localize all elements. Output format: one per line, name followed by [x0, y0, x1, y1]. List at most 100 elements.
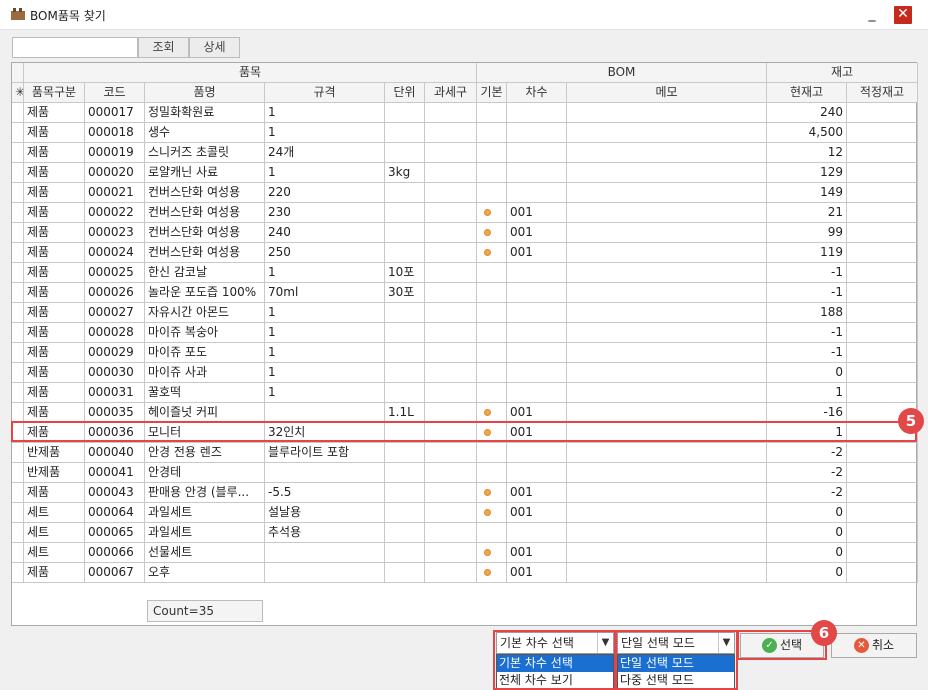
table-cell-memo[interactable]: [567, 303, 767, 323]
table-cell-spec[interactable]: 24개: [265, 143, 385, 163]
table-cell-safety[interactable]: [847, 503, 918, 523]
table-cell-safety[interactable]: [847, 543, 918, 563]
table-cell-memo[interactable]: [567, 403, 767, 423]
table-cell-spec[interactable]: 250: [265, 243, 385, 263]
table-cell-rev[interactable]: 001: [507, 483, 567, 503]
table-cell-category[interactable]: 제품: [24, 283, 85, 303]
table-cell-current[interactable]: -1: [767, 323, 847, 343]
table-cell-tax[interactable]: [425, 323, 477, 343]
table-cell-rev[interactable]: [507, 143, 567, 163]
column-header-tax[interactable]: 과세구: [425, 83, 477, 103]
table-cell-spec[interactable]: 1: [265, 323, 385, 343]
table-cell-category[interactable]: 세트: [24, 543, 85, 563]
table-cell-tax[interactable]: [425, 423, 477, 443]
table-cell-name[interactable]: 과일세트: [145, 523, 265, 543]
table-cell-tax[interactable]: [425, 403, 477, 423]
revision-combo[interactable]: 기본 차수 선택 ▼: [496, 632, 614, 654]
table-cell-memo[interactable]: [567, 223, 767, 243]
table-cell-base[interactable]: [477, 563, 507, 583]
table-cell-rev[interactable]: [507, 103, 567, 123]
table-cell-current[interactable]: 99: [767, 223, 847, 243]
table-cell-tax[interactable]: [425, 563, 477, 583]
table-cell-tax[interactable]: [425, 263, 477, 283]
table-cell-marker[interactable]: [12, 103, 24, 123]
table-cell-tax[interactable]: [425, 143, 477, 163]
table-cell-unit[interactable]: 3kg: [385, 163, 425, 183]
table-cell-marker[interactable]: [12, 183, 24, 203]
table-cell-memo[interactable]: [567, 523, 767, 543]
table-cell-spec[interactable]: 220: [265, 183, 385, 203]
table-cell-name[interactable]: 컨버스단화 여성용: [145, 183, 265, 203]
table-cell-marker[interactable]: [12, 283, 24, 303]
table-cell-spec[interactable]: 32인치: [265, 423, 385, 443]
table-cell-marker[interactable]: [12, 303, 24, 323]
table-cell-rev[interactable]: [507, 123, 567, 143]
table-cell-code[interactable]: 000023: [85, 223, 145, 243]
table-cell-safety[interactable]: [847, 223, 918, 243]
table-cell-category[interactable]: 제품: [24, 563, 85, 583]
table-cell-safety[interactable]: [847, 523, 918, 543]
table-cell-safety[interactable]: [847, 283, 918, 303]
table-cell-base[interactable]: [477, 443, 507, 463]
table-cell-rev[interactable]: [507, 303, 567, 323]
table-cell-tax[interactable]: [425, 303, 477, 323]
search-input[interactable]: [12, 37, 138, 58]
table-cell-marker[interactable]: [12, 383, 24, 403]
table-cell-current[interactable]: 1: [767, 383, 847, 403]
table-cell-unit[interactable]: 1.1L: [385, 403, 425, 423]
table-cell-safety[interactable]: [847, 123, 918, 143]
table-cell-safety[interactable]: [847, 103, 918, 123]
table-cell-current[interactable]: -1: [767, 283, 847, 303]
table-cell-name[interactable]: 컨버스단화 여성용: [145, 223, 265, 243]
table-cell-code[interactable]: 000022: [85, 203, 145, 223]
table-cell-name[interactable]: 안경 전용 렌즈: [145, 443, 265, 463]
table-cell-marker[interactable]: [12, 243, 24, 263]
table-cell-safety[interactable]: [847, 303, 918, 323]
table-cell-rev[interactable]: [507, 283, 567, 303]
column-header-name[interactable]: 품명: [145, 83, 265, 103]
table-cell-base[interactable]: [477, 303, 507, 323]
table-cell-current[interactable]: -2: [767, 443, 847, 463]
table-cell-tax[interactable]: [425, 443, 477, 463]
table-cell-name[interactable]: 모니터: [145, 423, 265, 443]
table-cell-current[interactable]: 1: [767, 423, 847, 443]
table-cell-memo[interactable]: [567, 383, 767, 403]
table-cell-base[interactable]: [477, 383, 507, 403]
table-cell-unit[interactable]: [385, 203, 425, 223]
table-cell-base[interactable]: [477, 423, 507, 443]
table-cell-rev[interactable]: 001: [507, 503, 567, 523]
table-cell-name[interactable]: 컨버스단화 여성용: [145, 203, 265, 223]
column-header-code[interactable]: 코드: [85, 83, 145, 103]
table-cell-code[interactable]: 000024: [85, 243, 145, 263]
table-cell-spec[interactable]: 230: [265, 203, 385, 223]
table-cell-name[interactable]: 정밀화확원료: [145, 103, 265, 123]
table-cell-spec[interactable]: 1: [265, 103, 385, 123]
table-cell-tax[interactable]: [425, 483, 477, 503]
table-cell-code[interactable]: 000018: [85, 123, 145, 143]
table-cell-spec[interactable]: 1: [265, 363, 385, 383]
table-cell-rev[interactable]: 001: [507, 223, 567, 243]
cancel-button[interactable]: ✕ 취소: [831, 633, 917, 658]
table-cell-tax[interactable]: [425, 183, 477, 203]
table-cell-base[interactable]: [477, 403, 507, 423]
table-cell-code[interactable]: 000029: [85, 343, 145, 363]
table-cell-code[interactable]: 000067: [85, 563, 145, 583]
table-cell-category[interactable]: 제품: [24, 483, 85, 503]
table-cell-category[interactable]: 반제품: [24, 443, 85, 463]
table-cell-memo[interactable]: [567, 163, 767, 183]
table-cell-unit[interactable]: [385, 383, 425, 403]
selection-mode-combo[interactable]: 단일 선택 모드 ▼: [617, 632, 735, 654]
table-cell-rev[interactable]: [507, 323, 567, 343]
column-header-base[interactable]: 기본: [477, 83, 507, 103]
table-cell-current[interactable]: 240: [767, 103, 847, 123]
table-cell-safety[interactable]: [847, 563, 918, 583]
table-cell-category[interactable]: 제품: [24, 383, 85, 403]
table-cell-marker[interactable]: [12, 263, 24, 283]
table-cell-marker[interactable]: [12, 503, 24, 523]
table-cell-code[interactable]: 000025: [85, 263, 145, 283]
table-cell-name[interactable]: 컨버스단화 여성용: [145, 243, 265, 263]
table-cell-unit[interactable]: [385, 303, 425, 323]
table-cell-spec[interactable]: 240: [265, 223, 385, 243]
selection-mode-option[interactable]: 단일 선택 모드: [618, 655, 734, 672]
table-cell-code[interactable]: 000019: [85, 143, 145, 163]
